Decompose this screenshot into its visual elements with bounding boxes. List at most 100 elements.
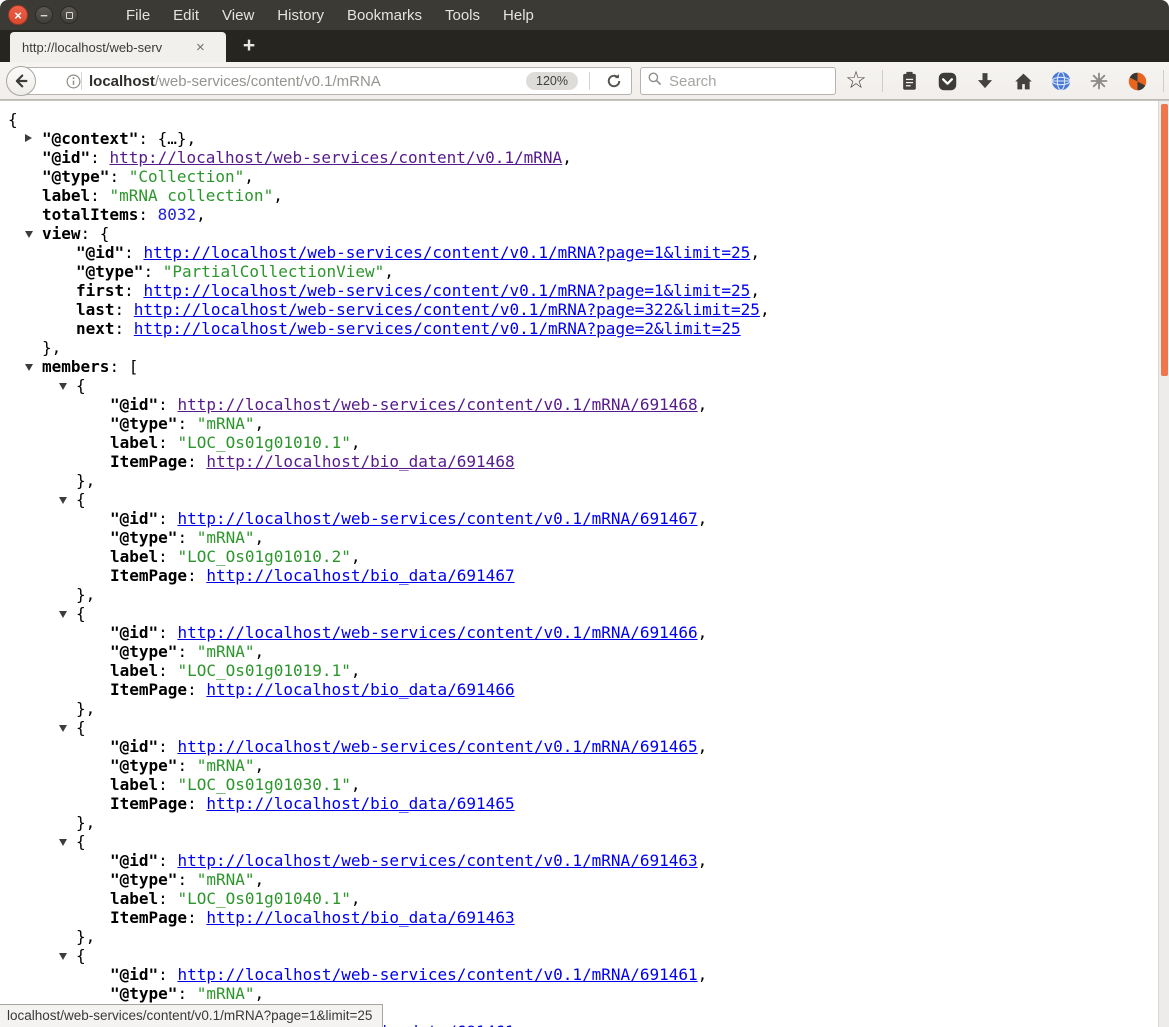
json-punct: : (158, 395, 177, 414)
orange-logo-icon (1127, 71, 1148, 92)
json-num: 8032 (158, 205, 197, 224)
json-link[interactable]: http://localhost/bio_data/691463 (206, 908, 514, 927)
json-key: label (110, 889, 158, 908)
json-punct: , (562, 148, 572, 167)
menu-history[interactable]: History (277, 7, 324, 24)
json-link[interactable]: http://localhost/web-services/content/v0… (143, 243, 750, 262)
maximize-window-button[interactable] (60, 6, 78, 24)
json-key: last (76, 300, 115, 319)
json-link[interactable]: http://localhost/web-services/content/v0… (177, 737, 697, 756)
json-link[interactable]: http://localhost/web-services/content/v0… (143, 281, 750, 300)
json-link[interactable]: http://localhost/bio_data/691467 (206, 566, 514, 585)
scrollbar-thumb[interactable] (1161, 104, 1168, 376)
page-info-icon[interactable] (61, 68, 85, 94)
json-line: label: "LOC_Os01g01040.1", (0, 889, 1157, 908)
json-punct: : { (81, 224, 110, 243)
collapse-twisty-icon[interactable] (59, 383, 67, 390)
back-button[interactable] (6, 66, 36, 96)
collapse-twisty-icon[interactable] (59, 953, 67, 960)
scrollbar-track[interactable] (1158, 101, 1169, 1027)
json-line: "@context": {…}, (0, 129, 1157, 148)
json-link[interactable]: http://localhost/web-services/content/v0… (134, 319, 741, 338)
json-punct: , (698, 737, 708, 756)
json-punct: : (177, 414, 196, 433)
json-line: "@type": "mRNA", (0, 870, 1157, 889)
home-button[interactable] (1011, 68, 1035, 94)
json-content: {"@context": {…},"@id": http://localhost… (0, 110, 1157, 1027)
json-link[interactable]: http://localhost/bio_data/691465 (206, 794, 514, 813)
bookmark-star-button[interactable]: ☆ (844, 68, 868, 94)
toolbar-divider2 (1163, 70, 1164, 92)
globe-extension-button[interactable] (1049, 68, 1073, 94)
json-link[interactable]: http://localhost/web-services/content/v0… (177, 395, 697, 414)
pocket-button[interactable] (935, 68, 959, 94)
url-bar[interactable]: localhost/web-services/content/v0.1/mRNA… (22, 67, 632, 95)
url-host: localhost (89, 73, 155, 90)
json-line: members: [ (0, 357, 1157, 376)
json-line: label: "LOC_Os01g01030.1", (0, 775, 1157, 794)
json-link[interactable]: http://localhost/bio_data/691466 (206, 680, 514, 699)
search-box[interactable] (640, 67, 836, 95)
json-key: totalItems (42, 205, 138, 224)
json-punct: , (255, 642, 265, 661)
json-str: "mRNA" (197, 642, 255, 661)
json-line: { (0, 718, 1157, 737)
json-line: view: { (0, 224, 1157, 243)
menu-help[interactable]: Help (503, 7, 534, 24)
tab-close-button[interactable]: × (196, 40, 205, 55)
orange-extension-button[interactable] (1125, 68, 1149, 94)
json-str: "LOC_Os01g01019.1" (177, 661, 350, 680)
json-line: "@id": http://localhost/web-services/con… (0, 148, 1157, 167)
expand-twisty-icon[interactable] (25, 134, 32, 142)
close-window-button[interactable]: × (8, 5, 28, 25)
json-link[interactable]: http://localhost/web-services/content/v0… (109, 148, 562, 167)
collapse-twisty-icon[interactable] (59, 839, 67, 846)
json-line: last: http://localhost/web-services/cont… (0, 300, 1157, 319)
menu-tools[interactable]: Tools (445, 7, 480, 24)
menu-view[interactable]: View (222, 7, 254, 24)
json-key: "@type" (110, 414, 177, 433)
json-key: label (110, 775, 158, 794)
json-str: "LOC_Os01g01040.1" (177, 889, 350, 908)
json-punct: : (158, 433, 177, 452)
pocket-icon (937, 71, 958, 92)
json-punct: }, (76, 813, 95, 832)
collapse-twisty-icon[interactable] (59, 725, 67, 732)
json-line: ItemPage: http://localhost/bio_data/6914… (0, 908, 1157, 927)
menu-file[interactable]: File (126, 7, 150, 24)
json-punct: , (760, 300, 770, 319)
menu-edit[interactable]: Edit (173, 7, 199, 24)
close-icon: × (14, 8, 22, 23)
json-link[interactable]: http://localhost/web-services/content/v0… (177, 509, 697, 528)
json-key: "@id" (110, 737, 158, 756)
splat-extension-button[interactable] (1087, 68, 1111, 94)
json-punct: : (158, 547, 177, 566)
reload-button[interactable] (597, 72, 631, 90)
bookmarks-menu-button[interactable] (897, 68, 921, 94)
json-line: "@id": http://localhost/web-services/con… (0, 965, 1157, 984)
json-key: ItemPage (110, 908, 187, 927)
collapse-twisty-icon[interactable] (59, 611, 67, 618)
zoom-level-badge[interactable]: 120% (526, 72, 578, 90)
collapse-twisty-icon[interactable] (25, 364, 33, 371)
menu-bookmarks[interactable]: Bookmarks (347, 7, 422, 24)
collapse-twisty-icon[interactable] (59, 497, 67, 504)
new-tab-button[interactable]: + (236, 34, 262, 58)
json-line: { (0, 832, 1157, 851)
minimize-window-button[interactable]: − (35, 6, 53, 24)
json-punct: , (750, 281, 760, 300)
json-line: "@id": http://localhost/web-services/con… (0, 509, 1157, 528)
menubar: File Edit View History Bookmarks Tools H… (126, 7, 534, 24)
json-link[interactable]: http://localhost/bio_data/691468 (206, 452, 514, 471)
json-link[interactable]: http://localhost/web-services/content/v0… (177, 965, 697, 984)
json-link[interactable]: http://localhost/web-services/content/v0… (134, 300, 760, 319)
json-key: "@id" (110, 509, 158, 528)
active-tab[interactable]: http://localhost/web-serv × (10, 32, 226, 62)
json-str: "LOC_Os01g01030.1" (177, 775, 350, 794)
json-link[interactable]: http://localhost/web-services/content/v0… (177, 851, 697, 870)
json-link[interactable]: http://localhost/web-services/content/v0… (177, 623, 697, 642)
download-arrow-icon (975, 71, 995, 91)
downloads-button[interactable] (973, 68, 997, 94)
collapse-twisty-icon[interactable] (25, 231, 33, 238)
search-input[interactable] (669, 73, 819, 90)
